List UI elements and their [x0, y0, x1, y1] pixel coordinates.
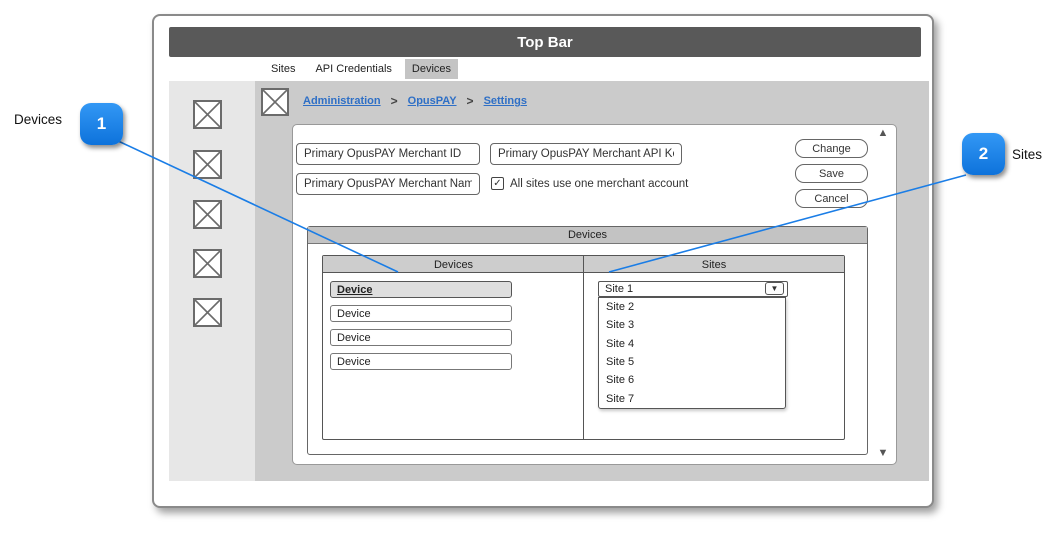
- callout-badge-2: 2: [962, 133, 1005, 175]
- cancel-button[interactable]: Cancel: [795, 189, 868, 208]
- devices-column-header: Devices: [323, 256, 584, 273]
- save-button[interactable]: Save: [795, 164, 868, 183]
- scroll-down-icon[interactable]: ▼: [874, 447, 892, 459]
- device-list-item[interactable]: Device: [330, 353, 512, 370]
- sites-dropdown-list: Site 2 Site 3 Site 4 Site 5 Site 6 Site …: [598, 297, 786, 409]
- sidebar-image-placeholder-icon: [193, 298, 222, 327]
- sites-combobox[interactable]: Site 1: [598, 281, 788, 297]
- tab-sites[interactable]: Sites: [264, 59, 302, 79]
- device-list-item[interactable]: Device: [330, 305, 512, 322]
- site-option[interactable]: Site 7: [599, 390, 785, 408]
- tab-bar: Sites API Credentials Devices: [169, 57, 921, 81]
- merchant-name-field[interactable]: [296, 173, 480, 195]
- top-bar: Top Bar: [169, 27, 921, 57]
- breadcrumb-link-administration[interactable]: Administration: [303, 95, 381, 107]
- devices-group-header: Devices: [308, 227, 867, 244]
- tab-devices[interactable]: Devices: [405, 59, 458, 79]
- merchant-api-key-field[interactable]: [490, 143, 682, 165]
- callout-badge-1: 1: [80, 103, 123, 145]
- scroll-up-icon[interactable]: ▲: [874, 127, 892, 139]
- callout-label-sites: Sites: [1012, 147, 1042, 162]
- left-sidebar: [169, 81, 255, 481]
- sites-column-header: Sites: [584, 256, 844, 273]
- column-divider: [583, 256, 584, 439]
- sites-combobox-arrow-button[interactable]: ▼: [765, 282, 784, 295]
- device-list-item[interactable]: Device: [330, 281, 512, 298]
- sidebar-image-placeholder-icon: [193, 249, 222, 278]
- breadcrumb: Administration > OpusPAY > Settings: [303, 94, 527, 108]
- sidebar-image-placeholder-icon: [193, 100, 222, 129]
- breadcrumb-link-settings[interactable]: Settings: [484, 95, 527, 107]
- change-button[interactable]: Change: [795, 139, 868, 158]
- tab-api-credentials[interactable]: API Credentials: [308, 59, 398, 79]
- site-option[interactable]: Site 3: [599, 316, 785, 334]
- page-logo-placeholder-icon: [261, 88, 289, 116]
- all-sites-checkbox-label: All sites use one merchant account: [510, 178, 688, 190]
- callout-label-devices: Devices: [14, 112, 62, 127]
- all-sites-checkbox[interactable]: ✓: [491, 177, 504, 190]
- dropdown-arrow-icon: ▼: [771, 285, 779, 293]
- sidebar-image-placeholder-icon: [193, 150, 222, 179]
- breadcrumb-separator: >: [467, 94, 474, 108]
- site-option[interactable]: Site 6: [599, 371, 785, 389]
- breadcrumb-link-opuspay[interactable]: OpusPAY: [408, 95, 457, 107]
- top-bar-title: Top Bar: [517, 34, 573, 51]
- device-list-item[interactable]: Device: [330, 329, 512, 346]
- checkmark-icon: ✓: [493, 179, 501, 189]
- breadcrumb-separator: >: [391, 94, 398, 108]
- merchant-id-field[interactable]: [296, 143, 480, 165]
- site-option[interactable]: Site 2: [599, 298, 785, 316]
- site-option[interactable]: Site 4: [599, 335, 785, 353]
- site-option[interactable]: Site 5: [599, 353, 785, 371]
- sidebar-image-placeholder-icon: [193, 200, 222, 229]
